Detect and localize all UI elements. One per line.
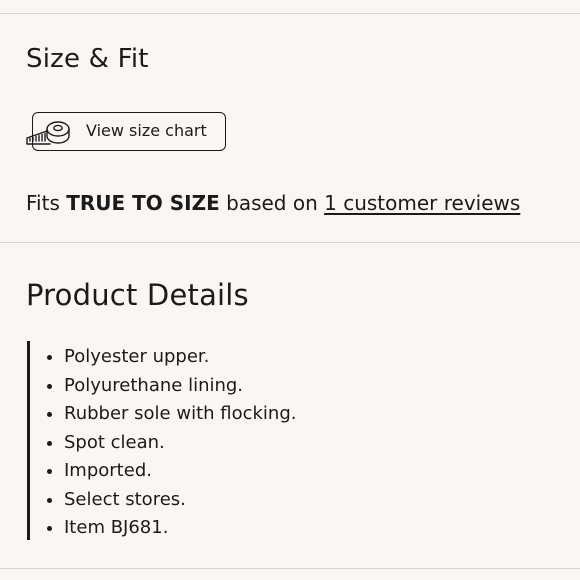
fit-value: TRUE TO SIZE <box>66 191 220 215</box>
list-item: Item BJ681. <box>44 514 296 543</box>
list-item: Polyurethane lining. <box>44 372 296 401</box>
fit-prefix-text: Fits <box>26 191 67 215</box>
product-details-list: Polyester upper. Polyurethane lining. Ru… <box>44 343 296 543</box>
section-divider-top <box>0 13 580 14</box>
section-divider-bottom <box>0 568 580 569</box>
list-item: Spot clean. <box>44 429 296 458</box>
details-accent-bar <box>27 341 30 540</box>
list-item: Imported. <box>44 457 296 486</box>
fit-middle-text: based on <box>219 191 325 215</box>
list-item: Rubber sole with flocking. <box>44 400 296 429</box>
view-size-chart-label: View size chart <box>86 121 207 140</box>
section-divider-middle <box>0 242 580 243</box>
size-fit-heading: Size & Fit <box>26 44 149 74</box>
measuring-tape-icon <box>26 121 70 145</box>
fit-summary: Fits TRUE TO SIZE based on 1 customer re… <box>26 190 520 216</box>
list-item: Select stores. <box>44 486 296 515</box>
customer-reviews-link[interactable]: 1 customer reviews <box>324 191 520 215</box>
product-details-heading: Product Details <box>26 278 249 312</box>
list-item: Polyester upper. <box>44 343 296 372</box>
